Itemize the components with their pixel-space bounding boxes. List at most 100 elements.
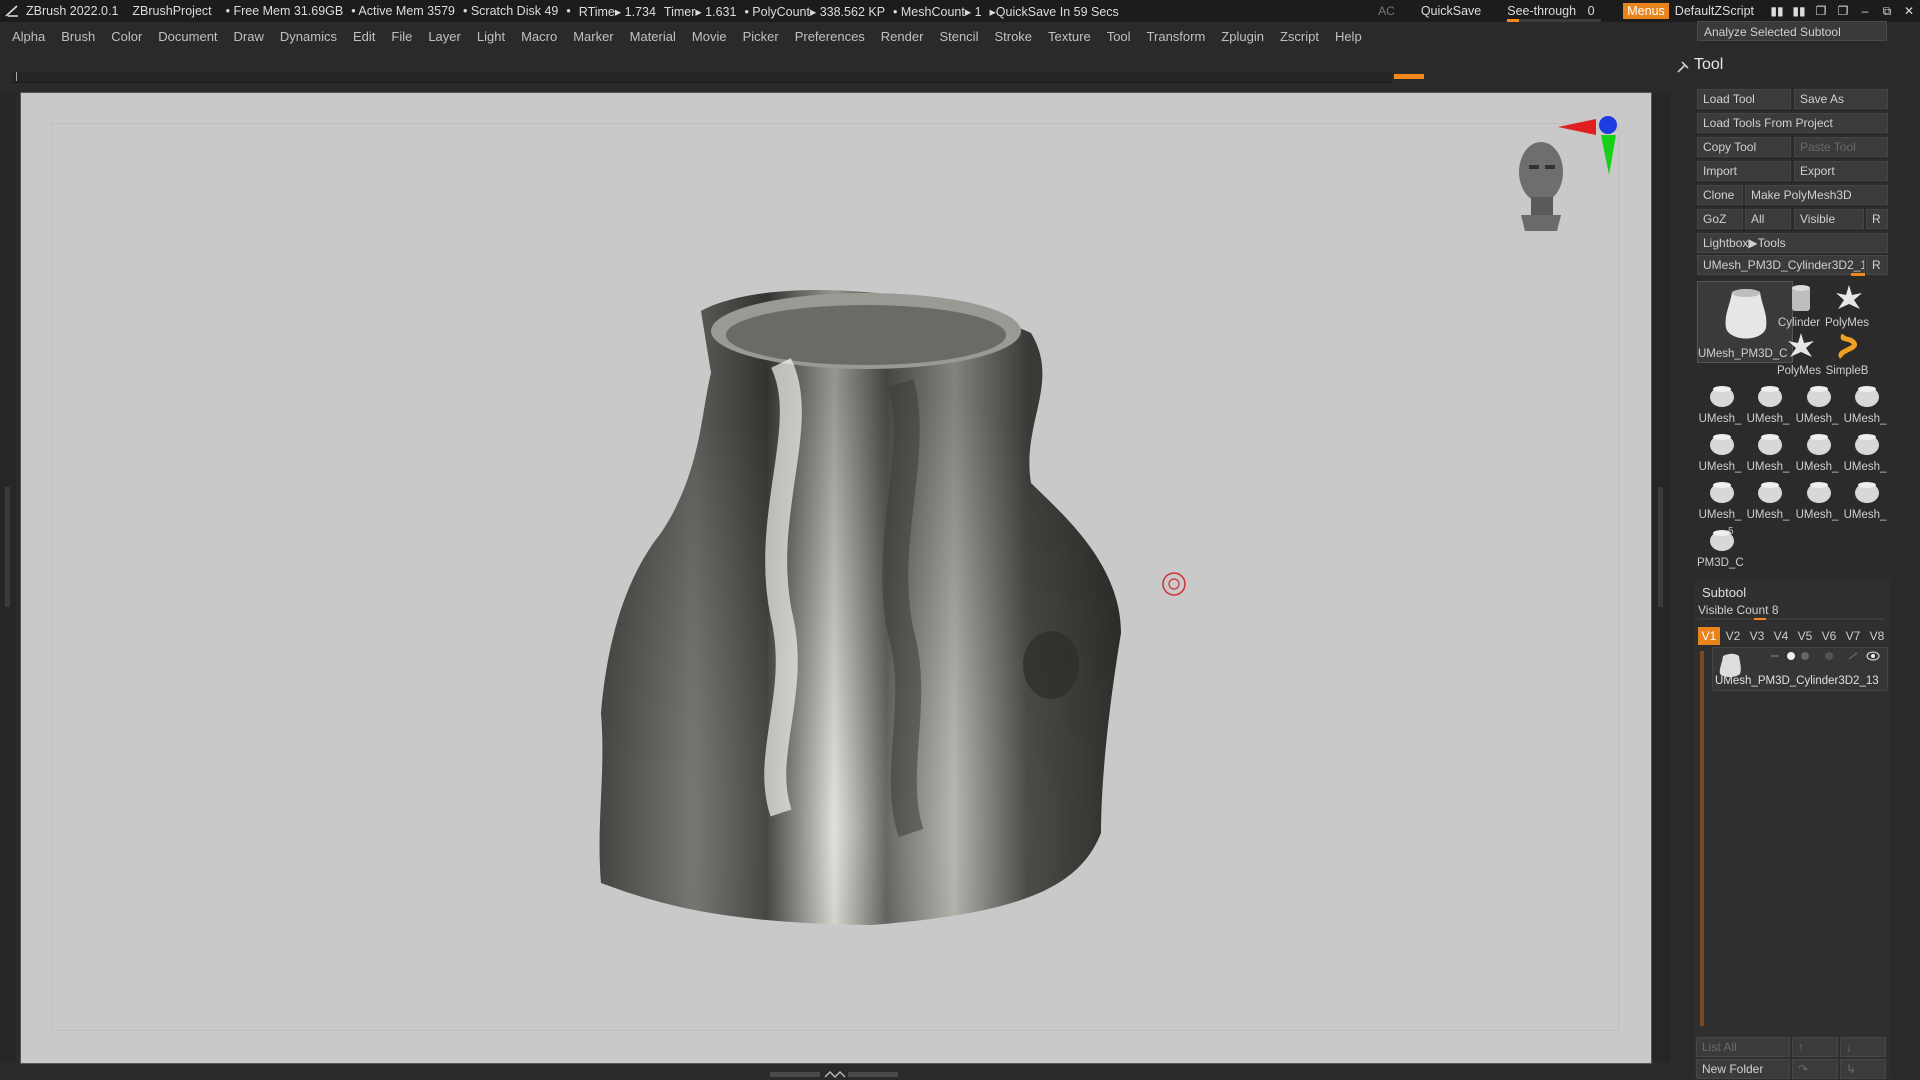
- script-name[interactable]: DefaultZScript: [1675, 4, 1754, 18]
- bottom-tray-handle[interactable]: [770, 1070, 900, 1078]
- move-up-button[interactable]: ↑: [1792, 1037, 1838, 1057]
- tool-thumb[interactable]: PolyMes: [1776, 329, 1822, 377]
- visibility-tab-v7[interactable]: V7: [1842, 627, 1864, 645]
- copy-tool-button[interactable]: Copy Tool: [1697, 137, 1791, 157]
- load-tool-button[interactable]: Load Tool: [1697, 89, 1791, 109]
- save-as-button[interactable]: Save As: [1794, 89, 1888, 109]
- paste-tool-button[interactable]: Paste Tool: [1794, 137, 1888, 157]
- window-tile-icon[interactable]: ❐: [1810, 4, 1832, 18]
- tool-thumb[interactable]: SimpleB: [1824, 329, 1870, 377]
- right-tray-handle[interactable]: [1658, 487, 1663, 607]
- quicksave-button[interactable]: QuickSave: [1421, 4, 1481, 18]
- right-tray-gutter[interactable]: [1652, 92, 1670, 1062]
- window-cascade-icon[interactable]: ❐: [1832, 4, 1854, 18]
- visibility-tab-v4[interactable]: V4: [1770, 627, 1792, 645]
- menu-stencil[interactable]: Stencil: [939, 29, 978, 44]
- menu-stroke[interactable]: Stroke: [994, 29, 1032, 44]
- subtool-title[interactable]: Subtool: [1702, 585, 1746, 600]
- axis-gizmo[interactable]: [1556, 105, 1626, 175]
- new-folder-button[interactable]: New Folder: [1696, 1059, 1790, 1079]
- tool-thumb[interactable]: UMesh_: [1794, 377, 1840, 425]
- list-all-button[interactable]: List All: [1696, 1037, 1790, 1057]
- tool-thumb[interactable]: PM3D_C: [1697, 521, 1743, 569]
- lightbox-tools-button[interactable]: Lightbox▶Tools: [1697, 233, 1888, 253]
- visible-count-slider[interactable]: Visible Count 8: [1698, 603, 1779, 617]
- menu-edit[interactable]: Edit: [353, 29, 375, 44]
- visibility-tab-v2[interactable]: V2: [1722, 627, 1744, 645]
- menu-preferences[interactable]: Preferences: [795, 29, 865, 44]
- menu-zscript[interactable]: Zscript: [1280, 29, 1319, 44]
- tool-thumb[interactable]: Cylinder: [1776, 281, 1822, 329]
- menu-texture[interactable]: Texture: [1048, 29, 1091, 44]
- goz-visible-button[interactable]: Visible: [1794, 209, 1864, 229]
- menu-zplugin[interactable]: Zplugin: [1221, 29, 1264, 44]
- tool-thumb[interactable]: UMesh_: [1842, 377, 1888, 425]
- menu-color[interactable]: Color: [111, 29, 142, 44]
- menu-file[interactable]: File: [391, 29, 412, 44]
- subtool-scrollbar[interactable]: [1700, 651, 1704, 1026]
- layout-alt-icon[interactable]: ▮▮: [1788, 4, 1810, 18]
- timeline-strip[interactable]: [12, 72, 1424, 83]
- visibility-tab-v3[interactable]: V3: [1746, 627, 1768, 645]
- move-down-button[interactable]: ↓: [1840, 1037, 1886, 1057]
- current-tool-r-button[interactable]: R: [1866, 255, 1888, 275]
- export-button[interactable]: Export: [1794, 161, 1888, 181]
- tool-thumb[interactable]: UMesh_: [1842, 425, 1888, 473]
- current-tool-slider-knob[interactable]: [1851, 273, 1865, 276]
- tool-thumb[interactable]: UMesh_: [1745, 377, 1791, 425]
- clone-button[interactable]: Clone: [1697, 185, 1743, 205]
- see-through-track[interactable]: [1507, 19, 1602, 22]
- visibility-tab-v5[interactable]: V5: [1794, 627, 1816, 645]
- goz-r-button[interactable]: R: [1866, 209, 1888, 229]
- vase-model[interactable]: [21, 93, 1651, 1063]
- menu-tool[interactable]: Tool: [1107, 29, 1131, 44]
- menu-movie[interactable]: Movie: [692, 29, 727, 44]
- menu-macro[interactable]: Macro: [521, 29, 557, 44]
- analyze-selected-subtool-button[interactable]: Analyze Selected Subtool: [1697, 21, 1887, 41]
- folder-action-button[interactable]: ↷: [1792, 1059, 1838, 1079]
- tool-palette-title[interactable]: Tool: [1694, 56, 1890, 78]
- tool-thumb[interactable]: UMesh_: [1697, 473, 1743, 521]
- tool-thumb[interactable]: UMesh_: [1794, 473, 1840, 521]
- menu-picker[interactable]: Picker: [743, 29, 779, 44]
- menu-alpha[interactable]: Alpha: [12, 29, 45, 44]
- menu-help[interactable]: Help: [1335, 29, 1362, 44]
- menu-dynamics[interactable]: Dynamics: [280, 29, 337, 44]
- menu-render[interactable]: Render: [881, 29, 924, 44]
- menu-marker[interactable]: Marker: [573, 29, 613, 44]
- ac-toggle[interactable]: AC: [1378, 4, 1395, 18]
- tool-thumb[interactable]: UMesh_: [1794, 425, 1840, 473]
- subtool-controls-icon[interactable]: [1769, 650, 1885, 662]
- visibility-tab-v6[interactable]: V6: [1818, 627, 1840, 645]
- current-tool-slider[interactable]: UMesh_PM3D_Cylinder3D2_1: [1697, 255, 1865, 275]
- make-polymesh3d-button[interactable]: Make PolyMesh3D: [1745, 185, 1888, 205]
- left-tray-handle[interactable]: [5, 487, 10, 607]
- visibility-tab-v1[interactable]: V1: [1698, 627, 1720, 645]
- tool-thumb[interactable]: UMesh_: [1697, 425, 1743, 473]
- goz-button[interactable]: GoZ: [1697, 209, 1743, 229]
- menus-button[interactable]: Menus: [1623, 3, 1669, 19]
- close-icon[interactable]: ✕: [1898, 4, 1920, 18]
- tool-thumb[interactable]: UMesh_: [1697, 377, 1743, 425]
- menu-transform[interactable]: Transform: [1147, 29, 1206, 44]
- subtool-item[interactable]: UMesh_PM3D_Cylinder3D2_13: [1712, 647, 1888, 691]
- see-through-slider[interactable]: See-through 0: [1507, 4, 1602, 22]
- left-tray-gutter[interactable]: [0, 92, 16, 1062]
- canvas-viewport[interactable]: [20, 92, 1652, 1064]
- menu-document[interactable]: Document: [158, 29, 217, 44]
- menu-brush[interactable]: Brush: [61, 29, 95, 44]
- import-button[interactable]: Import: [1697, 161, 1791, 181]
- load-tools-from-project-button[interactable]: Load Tools From Project: [1697, 113, 1888, 133]
- menu-light[interactable]: Light: [477, 29, 505, 44]
- tool-thumb[interactable]: UMesh_: [1745, 425, 1791, 473]
- tool-thumb[interactable]: UMesh_: [1745, 473, 1791, 521]
- goz-all-button[interactable]: All: [1745, 209, 1791, 229]
- layout-icon[interactable]: ▮▮: [1766, 4, 1788, 18]
- timeline-marker[interactable]: [1394, 74, 1424, 79]
- minimize-icon[interactable]: –: [1854, 4, 1876, 18]
- menu-layer[interactable]: Layer: [428, 29, 461, 44]
- tool-thumb[interactable]: PolyMes: [1824, 281, 1870, 329]
- restore-icon[interactable]: ⧉: [1876, 4, 1898, 19]
- menu-draw[interactable]: Draw: [234, 29, 264, 44]
- menu-material[interactable]: Material: [630, 29, 676, 44]
